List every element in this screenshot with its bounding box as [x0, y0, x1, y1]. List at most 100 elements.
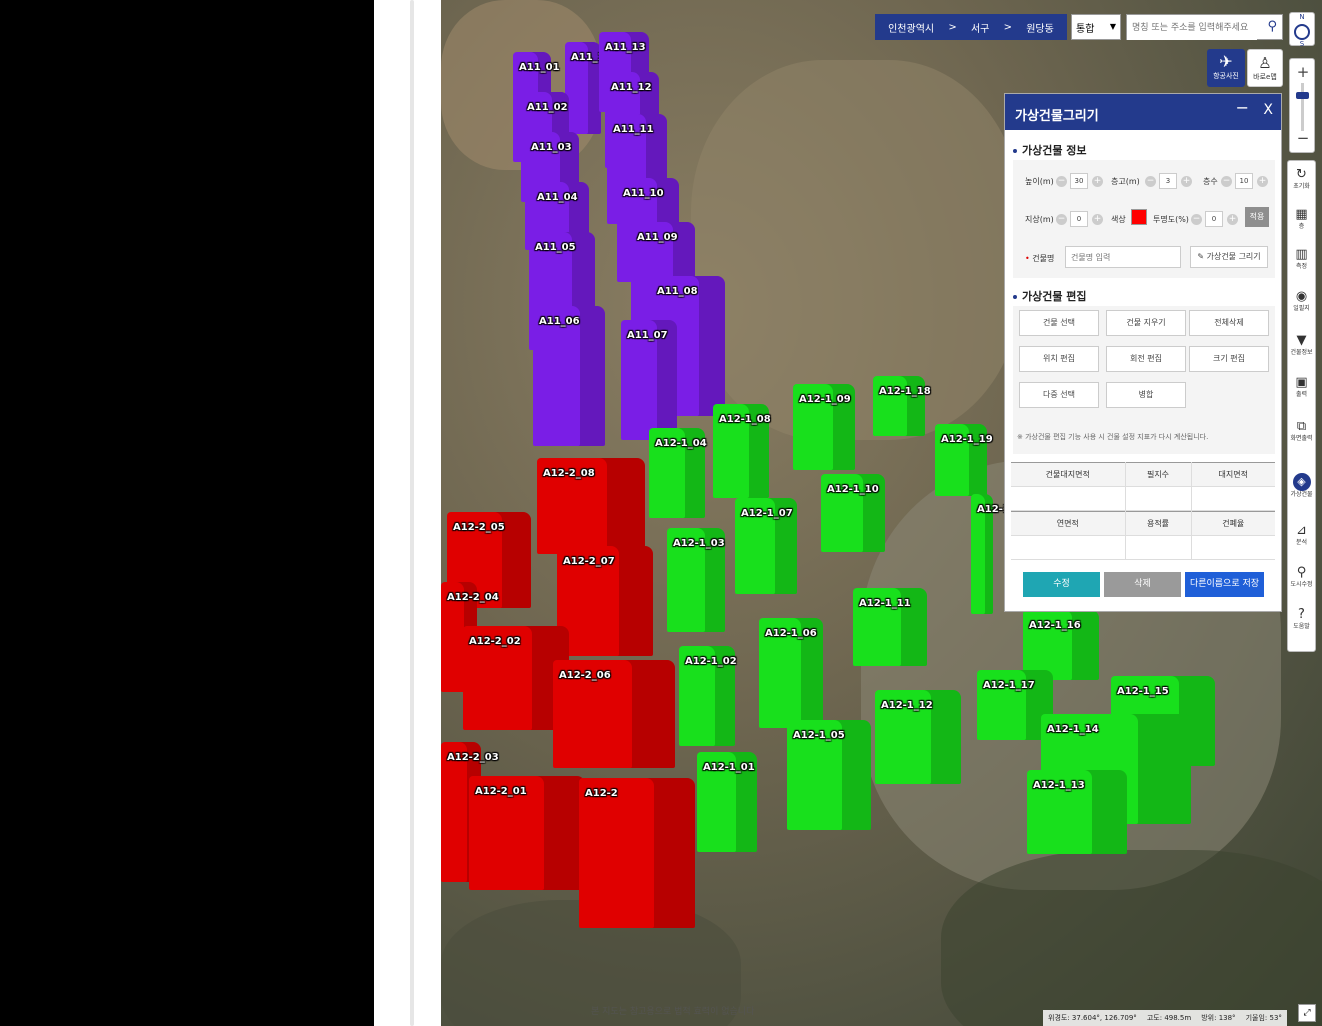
virtual-building[interactable]: A12-2 [579, 778, 695, 928]
toolbar-item[interactable]: ? 도움말 [1288, 607, 1315, 631]
search-icon[interactable]: ⚲ [1267, 19, 1277, 34]
virtual-building[interactable]: A12-1_01 [697, 752, 757, 852]
coords-readout: 위경도: 37.604°, 126.709° [1048, 1014, 1137, 1022]
toolbar-item[interactable]: ▥ 측정 [1288, 247, 1315, 271]
toolbar-item[interactable]: ◈ 가상건물 [1288, 473, 1315, 499]
toolbar-label: 측정 [1295, 263, 1308, 270]
edit-button[interactable]: 회전 편집 [1106, 346, 1186, 372]
table-header: 필지수 [1125, 462, 1192, 487]
virtual-building[interactable]: A12-2_08 [537, 458, 645, 554]
table-header: 건폐율 [1191, 511, 1275, 536]
edit-button[interactable]: 건물 지우기 [1106, 310, 1186, 336]
breadcrumb-dong[interactable]: 원당동 [1026, 20, 1054, 35]
breadcrumb-district[interactable]: 서구 [971, 20, 989, 35]
modify-button[interactable]: 수정 [1023, 572, 1100, 597]
name-label: • 건물명 [1025, 254, 1055, 263]
toolbar-label: 층 [1298, 223, 1305, 230]
color-swatch[interactable] [1131, 209, 1147, 225]
virtual-building[interactable]: A12-1_19 [935, 424, 993, 496]
compass-control[interactable]: N S [1289, 12, 1315, 48]
virtual-building[interactable]: A12-1_18 [873, 376, 931, 436]
virtual-building[interactable]: A12-1_06 [759, 618, 823, 728]
zoom-out-button[interactable]: − [1290, 129, 1316, 147]
breadcrumb-separator: > [1003, 21, 1012, 33]
edit-button[interactable]: 크기 편집 [1189, 346, 1269, 372]
breadcrumb-city[interactable]: 인천광역시 [888, 20, 934, 35]
building-label: A12-1_13 [1033, 780, 1085, 791]
virtual-building[interactable]: A12-1_04 [649, 428, 707, 518]
table-cell [1011, 486, 1126, 511]
save-as-button[interactable]: 다른이름으로 저장 [1185, 572, 1264, 597]
terrain-patch [691, 60, 1021, 440]
floor-height-increment[interactable]: + [1181, 176, 1192, 187]
edit-button[interactable]: 병합 [1106, 382, 1186, 408]
ground-input[interactable]: 0 [1070, 211, 1088, 227]
floor-height-input[interactable]: 3 [1159, 173, 1177, 189]
toolbar-item[interactable]: ◉ 일필지 [1288, 289, 1315, 313]
delete-button[interactable]: 삭제 [1104, 572, 1181, 597]
virtual-building[interactable]: A12-2_06 [553, 660, 675, 768]
virtual-building[interactable]: A12-2_07 [557, 546, 653, 656]
edit-button[interactable]: 다중 선택 [1019, 382, 1099, 408]
floors-increment[interactable]: + [1257, 176, 1268, 187]
building-label: A12-2_03 [447, 752, 499, 763]
zoom-slider-knob[interactable] [1296, 92, 1309, 99]
toolbar-item[interactable]: ↻ 초기화 [1288, 167, 1315, 191]
search-type-select[interactable]: 통합 ▼ [1071, 14, 1121, 40]
ground-increment[interactable]: + [1092, 214, 1103, 225]
edit-button[interactable]: 건물 선택 [1019, 310, 1099, 336]
virtual-building[interactable]: A11_06 [533, 306, 605, 446]
opacity-input[interactable]: 0 [1205, 211, 1223, 227]
virtual-building[interactable]: A12-1_10 [821, 474, 885, 552]
search-type-value: 통합 [1076, 23, 1095, 35]
building-label: A12-1_02 [685, 656, 737, 667]
virtual-building[interactable]: A11_07 [621, 320, 677, 440]
virtual-building[interactable]: A12-1_09 [793, 384, 855, 470]
virtual-building[interactable]: A12-2_01 [469, 776, 585, 890]
toolbar-item[interactable]: ⊿ 분석 [1288, 523, 1315, 547]
toolbar-item[interactable]: ▦ 층 [1288, 207, 1315, 231]
zoom-in-button[interactable]: + [1290, 63, 1316, 81]
help-icon: ? [1298, 607, 1305, 622]
edit-note: ※ 가상건물 편집 기능 사용 시 건물 설정 지표가 다시 계산됩니다. [1017, 433, 1209, 441]
edit-button[interactable]: 위치 편집 [1019, 346, 1099, 372]
height-decrement[interactable]: − [1056, 176, 1067, 187]
zoom-track[interactable] [1301, 83, 1304, 131]
aerial-photo-button[interactable]: ✈ 항공사진 [1207, 49, 1245, 87]
toolbar-item[interactable]: ⧉ 화면출력 [1288, 419, 1315, 443]
toolbar-item[interactable]: ▣ 출력 [1288, 375, 1315, 399]
height-input[interactable]: 30 [1070, 173, 1088, 189]
apply-button[interactable]: 적용 [1245, 207, 1269, 227]
close-button[interactable]: X [1263, 102, 1273, 118]
virtual-building[interactable]: A12-1_07 [735, 498, 797, 594]
draw-building-button[interactable]: ✎ 가상건물 그리기 [1190, 246, 1268, 268]
base-map-button[interactable]: ♙ 바로e맵 [1247, 49, 1283, 87]
floors-input[interactable]: 10 [1235, 173, 1253, 189]
search-input[interactable] [1127, 16, 1257, 40]
ground-decrement[interactable]: − [1056, 214, 1067, 225]
opacity-increment[interactable]: + [1227, 214, 1238, 225]
toolbar-item[interactable]: ⚲ 도시수정 [1288, 565, 1315, 589]
virtual-building[interactable]: A12-1_08 [713, 404, 771, 498]
virtual-building[interactable]: A11_14 [565, 42, 612, 134]
virtual-building[interactable]: A12-1_11 [853, 588, 927, 666]
building-label: A12-1_07 [741, 508, 793, 519]
toolbar-item[interactable]: ▼ 건물정보 [1288, 333, 1315, 357]
virtual-building[interactable]: A12-1_03 [667, 528, 725, 632]
virtual-building[interactable]: A12-1_05 [787, 720, 871, 830]
fullscreen-icon[interactable]: ⤢ [1298, 1004, 1316, 1022]
opacity-decrement[interactable]: − [1191, 214, 1202, 225]
building-name-input[interactable] [1065, 246, 1181, 268]
minimize-button[interactable]: − [1236, 98, 1249, 117]
building-label: A12-2 [585, 788, 618, 799]
building-label: A11_07 [627, 330, 668, 341]
floor-height-decrement[interactable]: − [1145, 176, 1156, 187]
height-increment[interactable]: + [1092, 176, 1103, 187]
floors-decrement[interactable]: − [1221, 176, 1232, 187]
virtual-building[interactable]: A12-1_02 [679, 646, 737, 746]
edit-button[interactable]: 전체삭제 [1189, 310, 1269, 336]
virtual-building[interactable]: A12-1_12 [875, 690, 961, 784]
building-label: A12-1_04 [655, 438, 707, 449]
virtual-building[interactable]: A12-1 [971, 494, 1010, 614]
virtual-building[interactable]: A12-1_13 [1027, 770, 1127, 854]
